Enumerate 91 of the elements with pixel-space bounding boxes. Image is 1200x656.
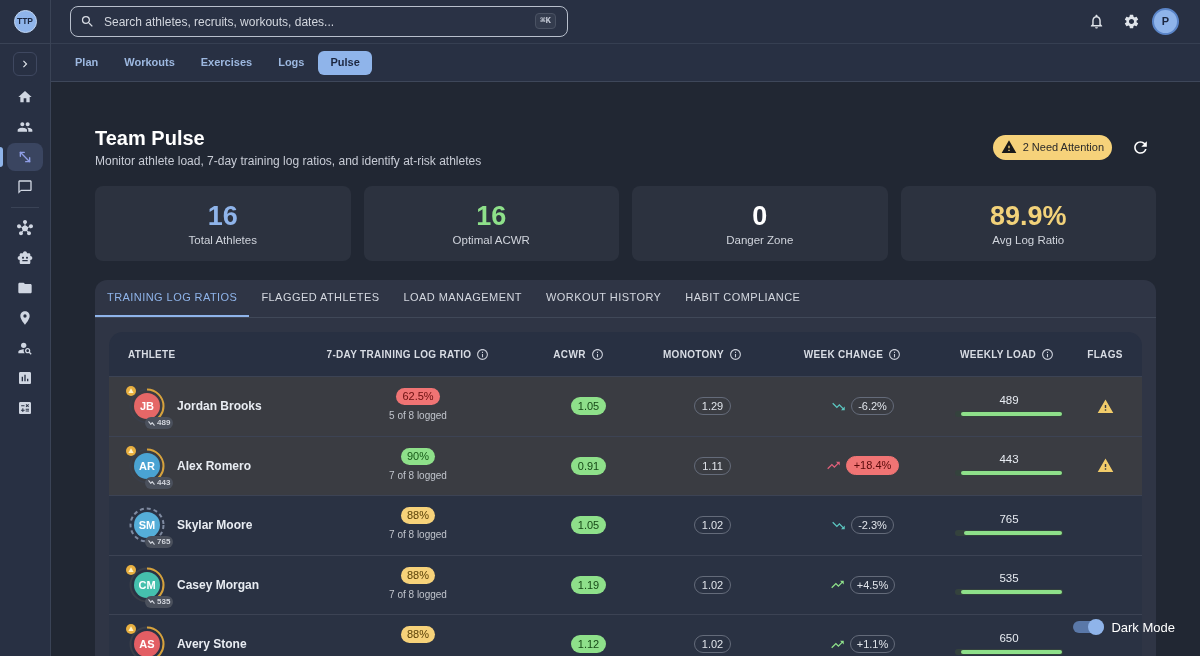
acwr-pill: 1.05	[570, 516, 607, 535]
diagonal-arrows-icon	[17, 149, 33, 165]
panel-tab[interactable]: TRAINING LOG RATIOS	[95, 280, 250, 317]
column-header: MONOTONY	[662, 347, 725, 362]
page-subtitle: Monitor athlete load, 7-day training log ratios, and identify at-risk athletes	[95, 153, 482, 169]
folder-icon	[17, 280, 33, 296]
stat-label: Total Athletes	[188, 233, 257, 247]
weekly-load-value: 650	[999, 630, 1019, 645]
nav-tab[interactable]: Pulse	[318, 50, 372, 75]
athlete-avatar: AR	[134, 452, 160, 479]
zigzag-icon	[148, 479, 155, 487]
athlete-avatar: CM	[134, 571, 160, 598]
sidebar-item[interactable]	[7, 143, 43, 171]
nav-tab[interactable]: Plan	[63, 50, 111, 75]
athlete-name: Avery Stone	[177, 636, 247, 654]
robot-icon	[17, 250, 33, 266]
column-header: 7-DAY TRAINING LOG RATIO	[326, 347, 472, 362]
athlete-avatar: AS	[134, 631, 160, 656]
warning-icon	[1000, 139, 1017, 155]
search-icon	[80, 14, 95, 29]
location-pin-icon	[17, 310, 33, 326]
stat-label: Avg Log Ratio	[992, 233, 1065, 247]
home-icon	[17, 89, 33, 105]
stat-label: Danger Zone	[726, 233, 794, 247]
athlete-name: Jordan Brooks	[177, 398, 262, 416]
stat-value: 89.9%	[989, 200, 1067, 232]
chat-icon	[17, 179, 33, 195]
athlete-name: Alex Romero	[177, 457, 252, 475]
column-header: WEEK CHANGE	[803, 347, 884, 362]
weekly-load-value: 443	[999, 452, 1019, 467]
weekly-load-value: 489	[999, 392, 1019, 407]
weekly-load-value: 765	[999, 511, 1019, 526]
zigzag-icon	[148, 598, 155, 606]
acwr-pill: 1.19	[570, 575, 607, 594]
dark-mode-switch[interactable]	[1073, 619, 1105, 636]
nav-tab[interactable]: Exercises	[188, 50, 265, 75]
weekly-load-value: 535	[999, 571, 1019, 586]
log-ratio-pill: 62.5%	[396, 388, 440, 405]
panel-tab[interactable]: LOAD MANAGEMENT	[391, 280, 534, 317]
load-value: 443	[157, 476, 171, 489]
shortcut-key: ⌘K	[535, 13, 556, 29]
load-value: 489	[157, 417, 171, 430]
stat-value: 16	[476, 200, 507, 232]
load-value: 765	[157, 536, 171, 549]
stat-label: Optimal ACWR	[452, 233, 530, 247]
zigzag-icon	[148, 538, 155, 546]
stat-value: 0	[752, 200, 768, 232]
bar-chart-icon	[17, 370, 33, 386]
athlete-avatar: SM	[134, 512, 160, 539]
active-indicator	[0, 147, 3, 167]
attention-badge[interactable]: 2 Need Attention	[992, 134, 1112, 160]
person-search-icon	[17, 340, 33, 356]
athlete-avatar: JB	[134, 393, 160, 420]
zigzag-icon	[148, 419, 155, 427]
network-icon	[17, 220, 33, 236]
acwr-pill: 0.91	[570, 456, 607, 475]
panel-tab[interactable]: WORKOUT HISTORY	[533, 280, 674, 317]
acwr-pill: 1.12	[570, 635, 607, 654]
settings-icon	[1122, 13, 1140, 30]
column-header: ACWR	[553, 347, 586, 362]
logged-count: 7 of 8 logged	[389, 468, 447, 482]
log-ratio-pill: 88%	[401, 507, 435, 524]
column-header: FLAGS	[1087, 347, 1123, 362]
panel-tab[interactable]: FLAGGED ATHLETES	[249, 280, 392, 317]
page-title: Team Pulse	[95, 126, 206, 151]
attention-label: 2 Need Attention	[1022, 139, 1104, 155]
nav-tab[interactable]: Logs	[266, 50, 317, 75]
warning-icon	[1096, 397, 1114, 415]
logged-count: 5 of 8 logged	[389, 409, 447, 422]
column-header: WEEKLY LOAD	[959, 347, 1037, 362]
expand-button[interactable]	[13, 52, 37, 76]
athlete-name: Casey Morgan	[177, 576, 260, 594]
logged-count: 7 of 8 logged	[389, 587, 447, 601]
log-ratio-pill: 88%	[401, 566, 435, 584]
user-avatar[interactable]: P	[1152, 8, 1179, 35]
logged-count: 7 of 8 logged	[389, 528, 447, 541]
week-change-pill: +18.4%	[845, 456, 900, 476]
stat-value: 16	[207, 200, 238, 232]
athlete-name: Skylar Moore	[177, 517, 253, 535]
dark-mode-label: Dark Mode	[1111, 618, 1175, 637]
nav-tab[interactable]: Workouts	[112, 50, 187, 75]
users-icon	[17, 119, 33, 135]
acwr-pill: 1.05	[570, 397, 607, 416]
load-value: 535	[157, 595, 171, 608]
panel-tab[interactable]: HABIT COMPLIANCE	[673, 280, 813, 317]
log-ratio-pill: 90%	[401, 447, 435, 465]
warning-icon	[1096, 457, 1114, 475]
logo-avatar[interactable]: TTP	[13, 10, 37, 33]
column-header: ATHLETE	[128, 347, 176, 362]
log-ratio-pill: 88%	[401, 626, 435, 643]
calculator-icon	[17, 400, 33, 416]
